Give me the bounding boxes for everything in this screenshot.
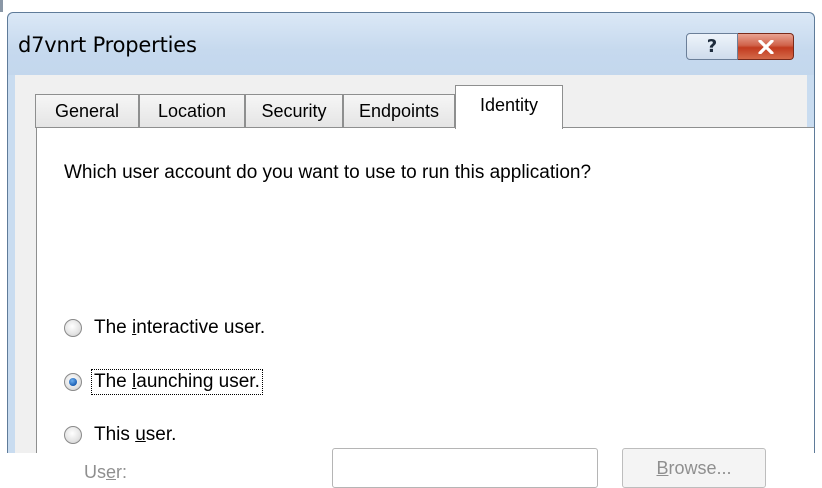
- radio-label: The interactive user.: [94, 317, 266, 338]
- help-button[interactable]: ?: [686, 33, 738, 60]
- browse-button[interactable]: Browse...: [622, 448, 766, 488]
- tab-label: Location: [157, 101, 227, 121]
- radio-label: This user.: [94, 424, 177, 445]
- close-button[interactable]: [738, 33, 794, 60]
- option-launching-user[interactable]: The launching user.: [64, 368, 263, 396]
- window-title: d7vnrt Properties: [18, 33, 197, 57]
- radio-label: The launching user.: [91, 369, 263, 395]
- option-interactive-user[interactable]: The interactive user.: [64, 314, 268, 342]
- radio-button[interactable]: [64, 426, 82, 444]
- desktop-edge: [0, 0, 3, 12]
- user-field-label: User:: [84, 462, 128, 482]
- user-input[interactable]: [332, 448, 598, 488]
- tab-label: Security: [261, 101, 327, 121]
- help-icon: ?: [706, 36, 718, 57]
- dialog-client-area: General Location Security Endpoints Iden…: [15, 75, 814, 488]
- option-this-user[interactable]: This user.: [64, 421, 179, 449]
- tab-endpoints[interactable]: Endpoints: [343, 94, 455, 128]
- identity-tab-panel: Which user account do you want to use to…: [36, 127, 814, 488]
- radio-button[interactable]: [64, 319, 82, 337]
- tab-label: General: [54, 101, 120, 121]
- properties-dialog: d7vnrt Properties ? General Location Sec…: [7, 12, 815, 488]
- desktop-background: [0, 0, 822, 12]
- tab-location[interactable]: Location: [139, 94, 245, 128]
- close-icon: [757, 39, 774, 54]
- tab-identity[interactable]: Identity: [455, 85, 563, 129]
- radio-button-selected[interactable]: [64, 373, 82, 391]
- account-question: Which user account do you want to use to…: [64, 162, 592, 183]
- tab-label: Identity: [479, 95, 539, 115]
- tab-general[interactable]: General: [35, 94, 139, 128]
- tab-label: Endpoints: [358, 101, 440, 121]
- title-bar[interactable]: d7vnrt Properties ?: [8, 13, 814, 75]
- tab-security[interactable]: Security: [245, 94, 343, 128]
